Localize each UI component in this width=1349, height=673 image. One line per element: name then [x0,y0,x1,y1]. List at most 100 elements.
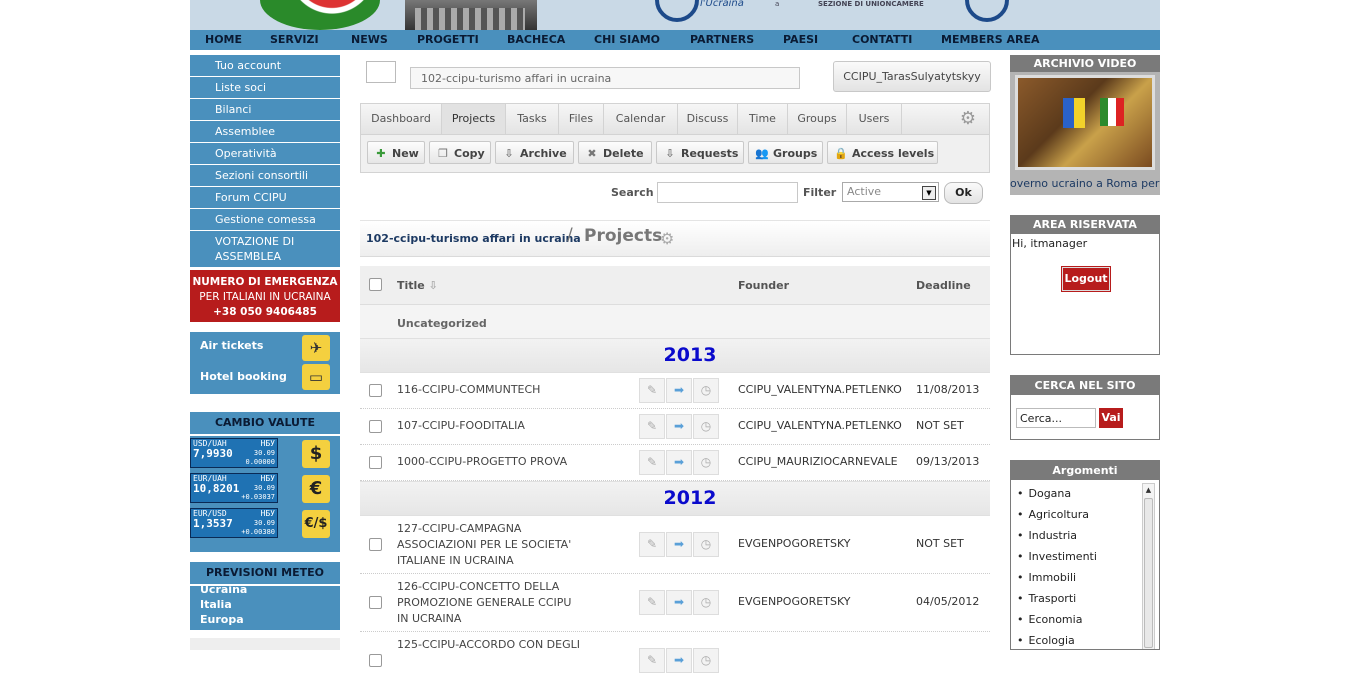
table-row[interactable]: 126-CCIPU-CONCETTO DELLA PROMOZIONE GENE… [360,574,990,632]
select-all-checkbox[interactable] [369,278,382,291]
move-arrow-icon[interactable]: ➡ [666,648,692,673]
clock-icon[interactable]: ◷ [693,414,719,439]
menu-bilanci[interactable]: Bilanci [190,99,340,121]
clock-icon[interactable]: ◷ [693,378,719,403]
table-row[interactable]: 127-CCIPU-CAMPAGNA ASSOCIAZIONI PER LE S… [360,516,990,574]
nav-members-area[interactable]: MEMBERS AREA [941,30,1040,50]
tab-tasks[interactable]: Tasks [506,104,559,134]
table-row[interactable]: 125-CCIPU-ACCORDO CON DEGLI ✎ ➡ ◷ [360,632,990,673]
nav-servizi[interactable]: SERVIZI [270,30,319,50]
project-title[interactable]: 107-CCIPU-FOODITALIA [397,418,525,434]
topic-item[interactable]: Ecologia [1011,630,1141,649]
nav-bacheca[interactable]: BACHECA [507,30,565,50]
menu-votazione-assemblea[interactable]: VOTAZIONE DI ASSEMBLEA [190,231,340,268]
ok-button[interactable]: Ok [944,182,983,204]
search-input[interactable] [657,182,798,203]
video-thumbnail[interactable] [1015,75,1155,170]
site-search-input[interactable]: Cerca... [1016,408,1096,428]
table-row[interactable]: 1000-CCIPU-PROGETTO PROVA ✎ ➡ ◷ CCIPU_MA… [360,445,990,481]
site-search-button[interactable]: Vai [1099,408,1123,428]
edit-icon[interactable]: ✎ [639,590,665,615]
topic-item[interactable]: Industria [1011,525,1141,546]
clock-icon[interactable]: ◷ [693,590,719,615]
move-arrow-icon[interactable]: ➡ [666,532,692,557]
meteo-italia[interactable]: Italia [200,598,232,611]
tab-calendar[interactable]: Calendar [604,104,678,134]
project-title[interactable]: 127-CCIPU-CAMPAGNA ASSOCIAZIONI PER LE S… [397,521,571,569]
col-deadline-header[interactable]: Deadline [916,279,971,292]
air-tickets-link[interactable]: Air tickets [200,339,263,352]
nav-contatti[interactable]: CONTATTI [852,30,912,50]
nav-news[interactable]: NEWS [351,30,388,50]
filter-select[interactable]: Active ▼ [842,182,939,202]
airplane-icon[interactable]: ✈ [302,335,330,361]
move-arrow-icon[interactable]: ➡ [666,378,692,403]
row-checkbox[interactable] [369,596,382,609]
chevron-down-icon[interactable]: ▼ [922,186,936,200]
scroll-thumb[interactable] [1144,498,1153,648]
breadcrumb-project-link[interactable]: 102-ccipu-turismo affari in ucraina [366,232,581,245]
archive-button[interactable]: ⇩ Archive [495,141,574,164]
project-select[interactable]: 102-ccipu-turismo affari in ucraina [410,67,800,89]
tab-users[interactable]: Users [847,104,902,134]
table-row[interactable]: 107-CCIPU-FOODITALIA ✎ ➡ ◷ CCIPU_VALENTY… [360,409,990,445]
nav-progetti[interactable]: PROGETTI [417,30,479,50]
meteo-europa[interactable]: Europa [200,613,244,626]
copy-button[interactable]: ❐ Copy [429,141,491,164]
tab-dashboard[interactable]: Dashboard [361,104,442,134]
edit-icon[interactable]: ✎ [639,378,665,403]
bed-icon[interactable]: ▭ [302,364,330,390]
tab-time[interactable]: Time [738,104,788,134]
topic-item[interactable]: Immobili [1011,567,1141,588]
tab-files[interactable]: Files [559,104,604,134]
topics-scrollbar[interactable]: ▲ [1142,483,1155,649]
clock-icon[interactable]: ◷ [693,532,719,557]
topic-item[interactable]: Economia [1011,609,1141,630]
move-arrow-icon[interactable]: ➡ [666,590,692,615]
user-menu-button[interactable]: CCIPU_TarasSulyatytskyy [833,61,991,92]
settings-gear-icon[interactable]: ⚙ [660,229,674,248]
project-title[interactable]: 1000-CCIPU-PROGETTO PROVA [397,454,567,470]
unioncamere-banner[interactable] [190,638,340,650]
project-title[interactable]: 116-CCIPU-COMMUNTECH [397,382,540,398]
menu-liste-soci[interactable]: Liste soci [190,77,340,99]
topic-item[interactable]: Trasporti [1011,588,1141,609]
clock-icon[interactable]: ◷ [693,648,719,673]
requests-button[interactable]: ⇩ Requests [656,141,744,164]
groups-button[interactable]: 👥 Groups [748,141,823,164]
scroll-up-icon[interactable]: ▲ [1143,484,1154,496]
move-arrow-icon[interactable]: ➡ [666,450,692,475]
logout-button[interactable]: Logout [1062,267,1110,291]
access-levels-button[interactable]: 🔒 Access levels [827,141,938,164]
edit-icon[interactable]: ✎ [639,450,665,475]
topic-item[interactable]: Agricoltura [1011,504,1141,525]
menu-gestione-comessa[interactable]: Gestione comessa [190,209,340,231]
tab-discuss[interactable]: Discuss [678,104,738,134]
menu-sezioni-consortili[interactable]: Sezioni consortili [190,165,340,187]
topic-item[interactable]: Investimenti [1011,546,1141,567]
video-caption[interactable]: overno ucraino a Roma per [1010,177,1160,190]
gear-icon[interactable]: ⚙ [957,108,979,130]
nav-paesi[interactable]: PAESI [783,30,818,50]
row-checkbox[interactable] [369,538,382,551]
col-founder-header[interactable]: Founder [738,279,789,292]
new-button[interactable]: ✚ New [367,141,425,164]
col-title-header[interactable]: Title ⇩ [397,279,438,292]
nav-home[interactable]: HOME [205,30,242,50]
menu-assemblee[interactable]: Assemblee [190,121,340,143]
row-checkbox[interactable] [369,456,382,469]
table-row[interactable]: 116-CCIPU-COMMUNTECH ✎ ➡ ◷ CCIPU_VALENTY… [360,373,990,409]
row-checkbox[interactable] [369,654,382,667]
delete-button[interactable]: ✖ Delete [578,141,652,164]
menu-tuo-account[interactable]: Tuo account [190,55,340,77]
move-arrow-icon[interactable]: ➡ [666,414,692,439]
topic-item[interactable]: Dogana [1011,483,1141,504]
edit-icon[interactable]: ✎ [639,648,665,673]
project-title[interactable]: 126-CCIPU-CONCETTO DELLA PROMOZIONE GENE… [397,579,571,627]
clock-icon[interactable]: ◷ [693,450,719,475]
project-title[interactable]: 125-CCIPU-ACCORDO CON DEGLI [397,637,580,653]
hotel-booking-link[interactable]: Hotel booking [200,370,287,383]
menu-operativita[interactable]: Operatività [190,143,340,165]
meteo-ucraina[interactable]: Ucraina [200,583,247,596]
tab-projects[interactable]: Projects [442,104,506,134]
